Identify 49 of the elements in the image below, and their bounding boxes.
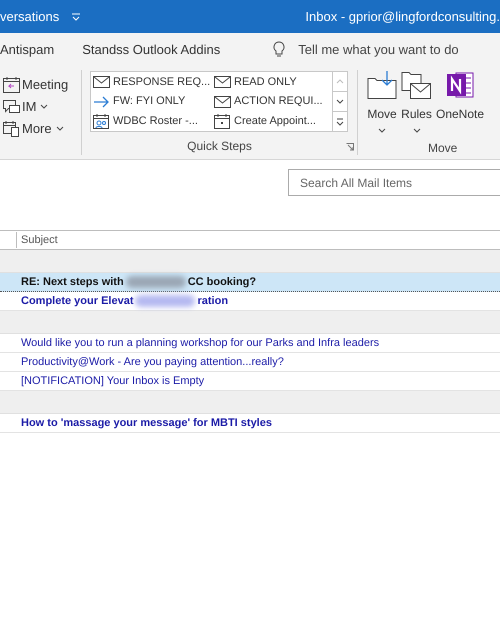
arrow-icon [93, 94, 110, 109]
subject-text: Complete your Elevat [21, 294, 134, 309]
folder-arrow-icon [367, 70, 397, 100]
dropdown-icon [71, 12, 82, 20]
quick-step-item[interactable]: READ ONLY [214, 72, 333, 92]
chat-icon [3, 98, 20, 114]
calendar-phone-icon [3, 120, 20, 137]
conversations-label: versations [0, 8, 60, 26]
quick-step-item[interactable]: ACTION REQUI... [214, 92, 333, 112]
calendar-person-icon [93, 112, 110, 130]
group-label: Quick Steps [187, 138, 252, 155]
ribbon-button[interactable]: Move [366, 70, 398, 133]
ribbon-button[interactable]: Meeting [3, 74, 81, 95]
subject-text: Would like you to run a planning workshop for our Parks and Infra leaders [21, 336, 380, 351]
group-label: Move [428, 140, 458, 157]
mail-row[interactable]: Complete your Elevat ration [0, 292, 500, 311]
envelope-icon [93, 75, 110, 89]
folder-envelope-icon [401, 70, 432, 100]
subject-text: [NOTIFICATION] Your Inbox is Empty [21, 374, 204, 389]
search-field[interactable]: Search All Mail Items [288, 169, 500, 196]
ribbon-button[interactable]: More [3, 118, 81, 139]
lightbulb-icon [272, 41, 286, 58]
subject-text: ration [197, 294, 228, 309]
window-title: Inbox - gprior@lingfordconsulting. [305, 8, 500, 26]
calendar-icon [214, 112, 231, 130]
subject-text: How to 'massage your message' for MBTI styles [21, 416, 272, 431]
caret-down-icon [336, 99, 344, 104]
tell-me-field[interactable]: Tell me what you want to do [298, 40, 459, 60]
ribbon-tab[interactable]: Antispam [0, 40, 78, 60]
quick-step-item[interactable]: RESPONSE REQ... [93, 72, 212, 92]
expand-icon [336, 118, 344, 126]
notebook-icon [446, 70, 474, 100]
ribbon-button[interactable]: Rules [400, 70, 433, 133]
subject-text: CC booking? [188, 274, 256, 290]
envelope-icon [214, 94, 231, 109]
subject-text: Productivity@Work - Are you paying attention...really? [21, 354, 284, 370]
ribbon-button[interactable]: IM [3, 96, 81, 117]
subject-text: RE: Next steps with [21, 274, 124, 290]
column-header[interactable]: Subject [16, 232, 58, 248]
envelope-icon [214, 75, 231, 89]
quick-step-item[interactable]: FW: FYI ONLY [93, 92, 212, 112]
calendar-icon [3, 76, 20, 94]
mail-row[interactable]: RE: Next steps with CC booking? [0, 273, 500, 292]
caret-up-icon [336, 79, 344, 84]
dialog-launcher-icon [346, 143, 354, 151]
quick-step-item[interactable]: Create Appoint... [214, 111, 333, 132]
ribbon-button[interactable]: OneNote [435, 70, 486, 133]
quick-step-item[interactable]: WDBC Roster -... [93, 111, 212, 132]
ribbon-tab[interactable]: Standss Outlook Addins [78, 40, 224, 60]
